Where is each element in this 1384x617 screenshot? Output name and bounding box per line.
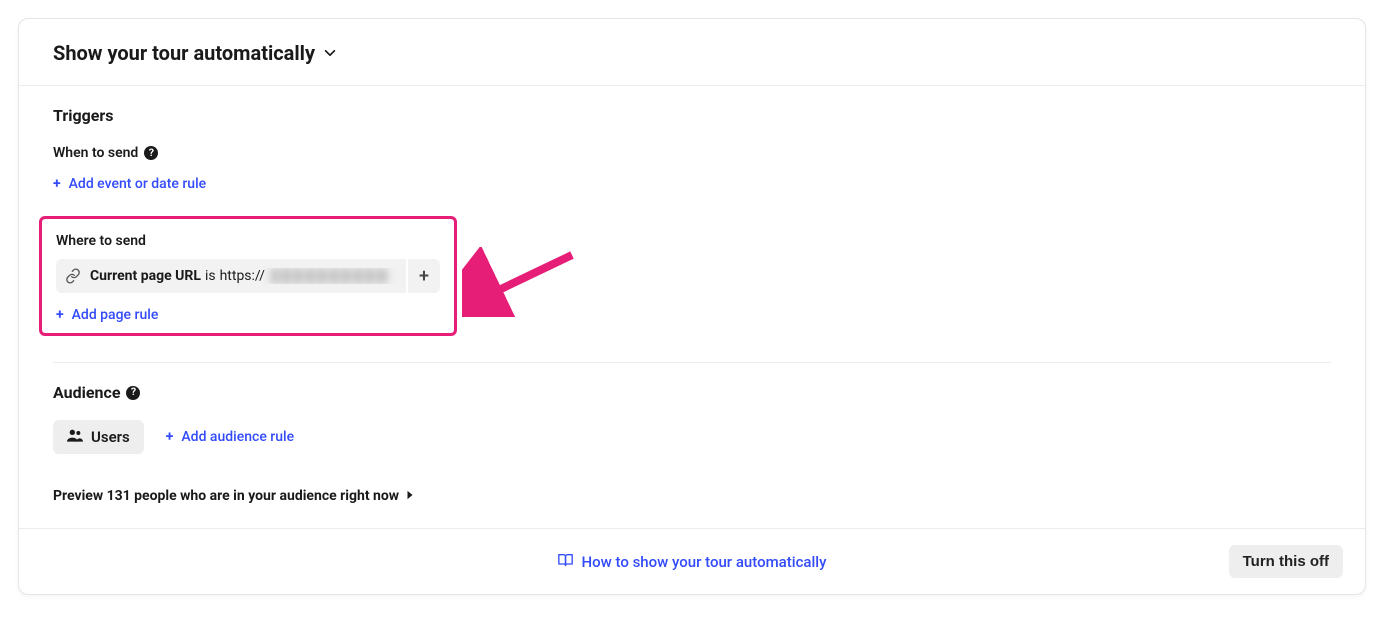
- add-event-rule-button[interactable]: + Add event or date rule: [53, 176, 206, 192]
- book-icon: [558, 552, 574, 572]
- preview-text: Preview 131 people who are in your audie…: [53, 488, 399, 504]
- add-page-rule-button[interactable]: + Add page rule: [56, 307, 158, 323]
- audience-section: Audience ? Users + Add audience rule Pre…: [53, 383, 1331, 504]
- rule-text: Current page URL is https://: [90, 268, 406, 284]
- card-header: Show your tour automatically: [19, 19, 1365, 86]
- add-condition-button[interactable]: +: [406, 259, 440, 293]
- when-to-send-row: When to send ?: [53, 145, 1331, 161]
- plus-icon: +: [56, 307, 64, 323]
- turn-off-button[interactable]: Turn this off: [1229, 545, 1343, 578]
- help-link[interactable]: How to show your tour automatically: [558, 552, 827, 572]
- rule-operator: is: [205, 268, 216, 284]
- help-link-label: How to show your tour automatically: [582, 553, 827, 571]
- preview-audience-button[interactable]: Preview 131 people who are in your audie…: [53, 488, 1331, 504]
- triggers-heading: Triggers: [53, 106, 1331, 125]
- where-to-send-label: Where to send: [56, 233, 146, 249]
- where-to-send-row: Where to send: [56, 233, 440, 249]
- chevron-down-icon[interactable]: [323, 46, 337, 60]
- users-icon: [67, 428, 83, 446]
- link-icon: [56, 259, 90, 293]
- when-to-send-label: When to send: [53, 145, 138, 161]
- audience-heading-row: Audience ?: [53, 383, 1331, 402]
- settings-card: Show your tour automatically Triggers Wh…: [18, 18, 1366, 595]
- chevron-right-icon: [405, 488, 415, 504]
- where-to-send-highlight: Where to send Current page URL is https:…: [39, 216, 457, 336]
- audience-heading: Audience: [53, 383, 120, 402]
- add-audience-rule-label: Add audience rule: [181, 429, 294, 445]
- add-page-rule-label: Add page rule: [72, 307, 159, 323]
- footer-right: Turn this off: [1229, 545, 1343, 578]
- plus-icon: +: [53, 176, 61, 192]
- users-chip[interactable]: Users: [53, 420, 144, 454]
- help-icon[interactable]: ?: [126, 386, 140, 400]
- card-footer: How to show your tour automatically Turn…: [19, 528, 1365, 594]
- rule-field: Current page URL: [90, 268, 201, 284]
- rule-value-prefix: https://: [220, 268, 265, 284]
- help-icon[interactable]: ?: [144, 146, 158, 160]
- triggers-section: Triggers When to send ? + Add event or d…: [53, 106, 1331, 336]
- page-rule-chip[interactable]: Current page URL is https:// +: [56, 259, 440, 293]
- add-event-rule-label: Add event or date rule: [69, 176, 207, 192]
- users-chip-label: Users: [91, 428, 130, 446]
- card-title: Show your tour automatically: [53, 41, 315, 65]
- plus-icon: +: [166, 429, 174, 445]
- section-divider: [53, 362, 1331, 363]
- add-audience-rule-button[interactable]: + Add audience rule: [166, 429, 294, 445]
- redacted-url: [271, 268, 389, 284]
- card-body: Triggers When to send ? + Add event or d…: [19, 86, 1365, 528]
- audience-controls: Users + Add audience rule: [53, 420, 1331, 454]
